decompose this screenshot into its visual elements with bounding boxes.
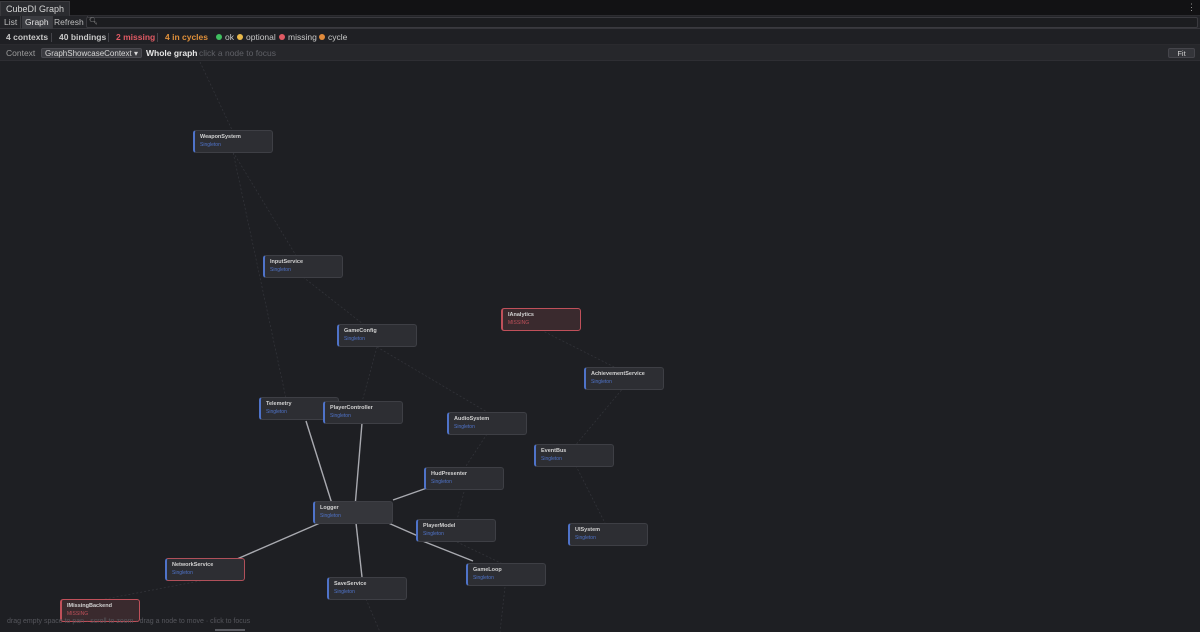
missing-count: 2 missing (116, 32, 156, 42)
context-label: Context (6, 48, 36, 58)
view-mode-label: Whole graph (146, 48, 198, 58)
graph-edge (392, 487, 428, 501)
graph-edge (419, 539, 474, 562)
ok-dot-icon (216, 34, 222, 40)
edges-layer (99, 62, 625, 632)
missing-dot-icon (279, 34, 285, 40)
graph-edge (199, 62, 234, 133)
context-dropdown-value: GraphShowcaseContext (45, 49, 132, 58)
graph-node[interactable]: HudPresenter Singleton (424, 467, 504, 490)
window-tab[interactable]: CubeDI Graph (0, 1, 71, 16)
graph-edge (305, 420, 334, 508)
graph-node-missing[interactable]: IAnalytics MISSING (501, 308, 581, 331)
graph-canvas[interactable]: WeaponSystem Singleton InputService Sing… (0, 62, 1200, 632)
graph-edge (463, 433, 488, 470)
graph-tab-button[interactable]: Graph (22, 16, 53, 29)
list-tab-button[interactable]: List (1, 16, 22, 29)
graph-node[interactable]: SaveService Singleton (327, 577, 407, 600)
graph-node[interactable]: GameLoop Singleton (466, 563, 546, 586)
legend-missing: missing (279, 29, 317, 45)
graph-node[interactable]: GameConfig Singleton (337, 324, 417, 347)
context-dropdown[interactable]: GraphShowcaseContext ▾ (41, 48, 142, 58)
caret-down-icon: ▾ (133, 49, 138, 58)
graph-edge (499, 586, 506, 632)
graph-edge (232, 151, 291, 418)
kebab-menu-icon[interactable]: ⋮ (1187, 2, 1196, 13)
graph-edge (456, 541, 506, 566)
bindings-count: 40 bindings (59, 32, 107, 42)
divider (157, 33, 158, 42)
refresh-button[interactable]: Refresh (51, 16, 88, 29)
legend-ok: ok (216, 29, 234, 45)
graph-edge (573, 461, 608, 528)
graph-edge (361, 346, 378, 403)
search-icon: 🔍︎ (89, 18, 98, 25)
graph-edge (456, 491, 465, 521)
graph-node[interactable]: AudioSystem Singleton (447, 412, 527, 435)
legend-cycle: cycle (319, 29, 347, 45)
optional-dot-icon (237, 34, 243, 40)
graph-node[interactable]: EventBus Singleton (534, 444, 614, 467)
graph-edge (99, 579, 206, 601)
fit-button[interactable]: Fit (1168, 48, 1195, 58)
divider (51, 33, 52, 42)
graph-edge (385, 521, 419, 537)
context-bar: Context GraphShowcaseContext ▾ Whole gra… (0, 45, 1200, 61)
search-input[interactable]: 🔍︎ (86, 17, 1198, 28)
cycle-dot-icon (319, 34, 325, 40)
graph-node[interactable]: InputService Singleton (263, 255, 343, 278)
focus-hint: click a node to focus (199, 48, 277, 58)
toolbar: List Graph Refresh 🔍︎ (0, 16, 1200, 29)
canvas-help-text: drag empty space to pan · scroll to zoom… (7, 618, 251, 625)
graph-edge (236, 522, 321, 560)
graph-edge (365, 598, 381, 632)
graph-edge (354, 422, 363, 508)
graph-edge (355, 522, 363, 578)
divider (108, 33, 109, 42)
graph-node[interactable]: NetworkService Singleton (165, 558, 245, 581)
graph-node[interactable]: UISystem Singleton (568, 523, 648, 546)
window-titlebar: CubeDI Graph ⋮ (0, 0, 1200, 16)
graph-node[interactable]: AchievementService Singleton (584, 367, 664, 390)
legend-optional: optional (237, 29, 276, 45)
graph-node[interactable]: PlayerController Singleton (323, 401, 403, 424)
graph-node[interactable]: WeaponSystem Singleton (193, 130, 273, 153)
graph-edge (232, 151, 304, 268)
cycles-count: 4 in cycles (165, 32, 209, 42)
horizontal-scrollbar[interactable] (215, 629, 245, 631)
graph-edge (540, 329, 625, 373)
graph-edge (573, 386, 625, 448)
contexts-count: 4 contexts (6, 32, 49, 42)
stats-bar: 4 contexts 40 bindings 2 missing 4 in cy… (0, 29, 1200, 45)
graph-node-focused[interactable]: Logger Singleton (313, 501, 393, 524)
graph-node[interactable]: PlayerModel Singleton (416, 519, 496, 542)
